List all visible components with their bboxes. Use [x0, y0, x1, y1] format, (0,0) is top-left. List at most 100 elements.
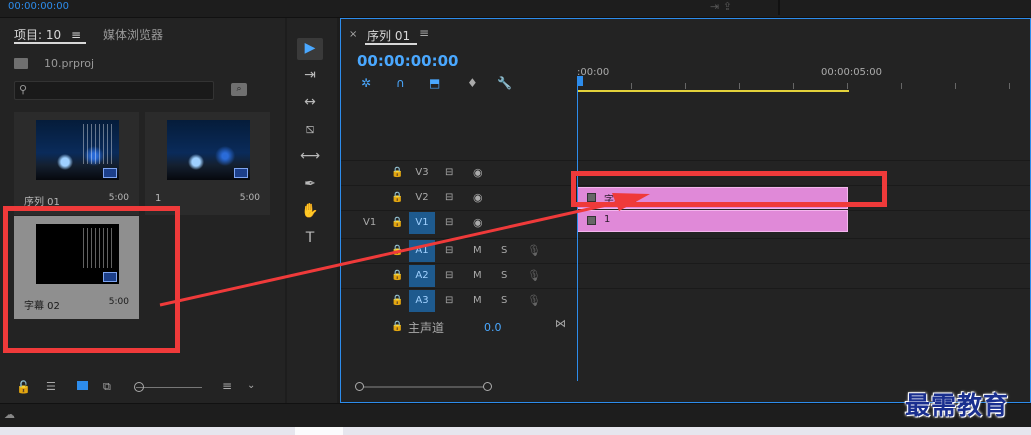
lock-icon[interactable]: 🔒 [391, 270, 403, 281]
clip-badge-icon [234, 168, 248, 178]
project-item-image[interactable]: 1 5:00 [145, 112, 270, 215]
zoom-slider[interactable] [136, 387, 202, 388]
eye-icon[interactable]: ◉ [473, 191, 483, 204]
mute-button[interactable]: M [473, 295, 482, 306]
zoom-slider-handle[interactable] [134, 382, 144, 392]
annotation-box-clip [571, 171, 887, 207]
top-bar: 00:00:00:00 ⇥ ⇪ [0, 0, 1031, 18]
linked-selection-icon[interactable]: ⬒ [429, 76, 440, 90]
lock-icon[interactable]: 🔒 [391, 167, 403, 178]
mic-icon[interactable]: 🎙 [527, 294, 541, 307]
eye-icon[interactable]: ◉ [473, 216, 483, 229]
tab-project[interactable]: 项目: 10 ≡ [14, 26, 81, 43]
track-label[interactable]: V3 [409, 162, 435, 184]
scrollbar-track[interactable] [357, 386, 489, 388]
project-item-sequence[interactable]: 序列 01 5:00 [14, 112, 139, 215]
chevron-down-icon[interactable]: ⌄ [247, 380, 255, 391]
freeform-view-icon[interactable]: ⧉ [103, 380, 111, 394]
program-timecode[interactable]: 00:00:00:00 [8, 1, 69, 12]
export-icons[interactable]: ⇥ ⇪ [710, 0, 732, 13]
sort-icon[interactable]: ≡ [222, 379, 232, 393]
active-tab-indicator [365, 43, 417, 45]
track-label[interactable]: A1 [409, 240, 435, 262]
mute-button[interactable]: M [473, 270, 482, 281]
time-ruler[interactable]: :00:00 00:00:05:00 [577, 63, 1031, 95]
track-label[interactable]: A2 [409, 265, 435, 287]
ruler-ticks [577, 83, 1031, 89]
master-track-label: 主声道 [408, 321, 445, 335]
work-area-bar[interactable] [577, 90, 849, 92]
track-label[interactable]: V1 [409, 212, 435, 234]
source-patch-v1[interactable]: V1 [363, 217, 376, 228]
panel-divider [778, 0, 780, 15]
icon-view-icon[interactable] [77, 381, 88, 390]
tab-media-browser[interactable]: 媒体浏览器 [103, 26, 163, 43]
sync-lock-icon[interactable]: ⊟ [445, 295, 453, 306]
annotation-box-project-item [3, 206, 180, 353]
status-bar: ☁ [0, 403, 1031, 427]
cloud-icon[interactable]: ☁ [4, 408, 15, 421]
tab-menu-icon[interactable]: ≡ [419, 26, 429, 40]
watermark-text: 最需教育 [905, 391, 1010, 420]
wrench-icon[interactable]: 🔧 [497, 76, 512, 90]
track-select-tool-icon[interactable]: ⇥ [299, 65, 321, 85]
item-duration: 5:00 [108, 193, 129, 203]
sync-lock-icon[interactable]: ⊟ [445, 167, 453, 178]
pen-tool-icon[interactable]: ✒ [299, 174, 321, 194]
solo-button[interactable]: S [501, 270, 507, 281]
solo-button[interactable]: S [501, 295, 507, 306]
track-label[interactable]: V2 [409, 187, 435, 209]
ruler-label-5s: 00:00:05:00 [821, 67, 883, 78]
solo-button[interactable]: S [501, 245, 507, 256]
lock-icon[interactable]: 🔒 [391, 295, 403, 306]
fx-icon [587, 216, 596, 225]
lock-icon[interactable]: 🔓 [16, 380, 31, 394]
mic-icon[interactable]: 🎙 [527, 244, 541, 257]
hand-tool-icon[interactable]: ✋ [299, 201, 321, 221]
project-panel-footer: 🔓 ☰ ⧉ ≡ ⌄ [0, 373, 285, 403]
mic-icon[interactable]: 🎙 [527, 269, 541, 282]
active-tab-indicator [14, 42, 86, 44]
selection-tool-icon[interactable]: ▶ [297, 38, 323, 60]
mute-button[interactable]: M [473, 245, 482, 256]
lock-icon[interactable]: 🔒 [391, 192, 403, 203]
add-marker-icon[interactable]: ♦ [467, 76, 478, 90]
tab-sequence[interactable]: 序列 01 [367, 27, 410, 44]
item-duration: 5:00 [239, 193, 260, 203]
snap-icon[interactable]: ∩ [396, 76, 405, 90]
lock-icon[interactable]: 🔒 [391, 217, 403, 228]
taskbar-strip [0, 427, 1031, 435]
sync-lock-icon[interactable]: ⊟ [445, 245, 453, 256]
clip-label: 1 [604, 214, 611, 225]
subtitle-overlay [83, 124, 113, 164]
razor-tool-icon[interactable]: ⧅ [299, 119, 321, 139]
search-icon: ⚲ [19, 83, 28, 96]
track-a3: 🔒 A3 ⊟ M S 🎙 [341, 288, 1030, 313]
clip-image-1[interactable]: 1 [577, 210, 848, 232]
sync-lock-icon[interactable]: ⊟ [445, 217, 453, 228]
scrollbar-handle-left[interactable] [355, 382, 364, 391]
nest-icon[interactable]: ✲ [361, 76, 371, 90]
ripple-edit-tool-icon[interactable]: ↔ [299, 92, 321, 112]
type-tool-icon[interactable]: T [299, 228, 321, 248]
scrollbar-handle-right[interactable] [483, 382, 492, 391]
folder-icon[interactable] [14, 58, 28, 69]
close-icon[interactable]: × [349, 29, 357, 40]
tab-project-label: 项目: 10 [14, 28, 62, 42]
master-volume-value[interactable]: 0.0 [484, 321, 502, 334]
track-label[interactable]: A3 [409, 290, 435, 312]
lock-icon[interactable]: 🔒 [391, 245, 403, 256]
sync-lock-icon[interactable]: ⊟ [445, 192, 453, 203]
tab-menu-icon[interactable]: ≡ [71, 28, 81, 42]
playhead-line[interactable] [577, 85, 578, 381]
list-view-icon[interactable]: ☰ [46, 380, 56, 393]
sync-lock-icon[interactable]: ⊟ [445, 270, 453, 281]
slip-tool-icon[interactable]: ⟷ [299, 146, 321, 166]
search-input[interactable]: ⚲ [14, 81, 214, 100]
timeline-timecode[interactable]: 00:00:00:00 [357, 52, 459, 70]
eye-icon[interactable]: ◉ [473, 166, 483, 179]
new-search-bin-icon[interactable]: ⌕ [231, 83, 247, 96]
timeline-zoom-scrollbar[interactable] [355, 382, 492, 391]
lock-icon[interactable]: 🔒 [391, 321, 403, 332]
go-to-edit-point-icon[interactable]: ⋈ [555, 317, 566, 330]
